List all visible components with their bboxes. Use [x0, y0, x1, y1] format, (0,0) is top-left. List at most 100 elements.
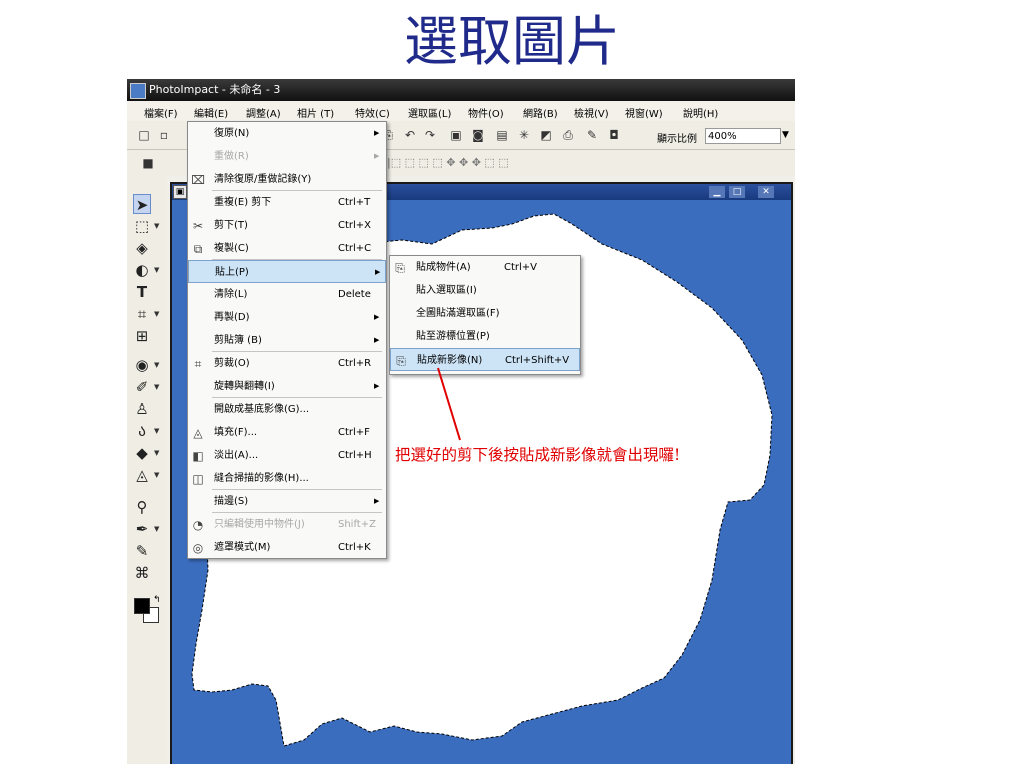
edit-menu-item-label: 旋轉與翻轉(I)	[214, 381, 275, 392]
eyedropper-icon[interactable]: ✒	[133, 519, 151, 539]
grid-tool-icon[interactable]: ⊞	[133, 326, 151, 346]
submenu-arrow-icon: ▶	[375, 268, 381, 276]
sun-icon[interactable]: ✳	[517, 128, 531, 142]
new-file-icon[interactable]: □	[137, 128, 151, 142]
zoom-select[interactable]: 400%	[705, 128, 781, 144]
brush-icon[interactable]: ✎	[585, 128, 599, 142]
paste-submenu-item-2[interactable]: 全圖貼滿選取區(F)	[390, 302, 580, 325]
edit-menu-item-label: 填充(F)...	[214, 427, 258, 438]
chevron-down-icon[interactable]: ▼	[154, 383, 159, 391]
edit-menu-item-13[interactable]: ◬ 填充(F)... Ctrl+F	[188, 421, 386, 444]
edit-menu-item-4[interactable]: ✂ 剪下(T) Ctrl+X	[188, 214, 386, 237]
edit-menu-item-label: 描邊(S)	[214, 496, 249, 507]
edit-menu-item-shortcut: Shift+Z	[338, 519, 376, 530]
edit-menu-item-0[interactable]: 復原(N) ▶	[188, 122, 386, 145]
fill-bucket-icon[interactable]: ◬	[133, 465, 151, 485]
paste-submenu-item-4[interactable]: ⎘ 貼成新影像(N) Ctrl+Shift+V	[390, 348, 580, 371]
minimize-icon[interactable]: ▁	[709, 186, 725, 198]
edit-menu-item-14[interactable]: ◧ 淡出(A)... Ctrl+H	[188, 444, 386, 467]
edit-menu-item-shortcut: Ctrl+K	[338, 542, 371, 553]
submenu-arrow-icon: ▶	[374, 152, 380, 160]
edit-menu-item-label: 清除復原/重做記錄(Y)	[214, 174, 312, 185]
paste-submenu-item-1[interactable]: 貼入選取區(I)	[390, 279, 580, 302]
edit-menu-item-7[interactable]: 清除(L) Delete	[188, 283, 386, 306]
edit-menu-item-label: 剪貼簿 (B)	[214, 335, 262, 346]
fade-icon: ◧	[192, 449, 204, 463]
menu-separator	[212, 512, 382, 513]
copy-icon: ⧉	[193, 242, 203, 256]
browser-icon[interactable]: ◘	[607, 128, 621, 142]
camera-icon[interactable]: ◙	[471, 128, 485, 142]
edit-menu-item-5[interactable]: ⧉ 複製(C) Ctrl+C	[188, 237, 386, 260]
chevron-down-icon[interactable]: ▼	[154, 361, 159, 369]
edit-menu-item-shortcut: Ctrl+R	[338, 358, 372, 369]
undo-icon[interactable]: ↶	[403, 128, 417, 142]
edit-menu-item-9[interactable]: 剪貼簿 (B) ▶	[188, 329, 386, 352]
foreground-color[interactable]	[134, 598, 150, 614]
selection-tool-icon[interactable]: ⬚	[133, 216, 151, 236]
menu-photo[interactable]: 相片 (T)	[297, 105, 334, 120]
crop-tool-icon[interactable]: ⌗	[133, 304, 151, 324]
edit-menu-item-6[interactable]: 貼上(P) ▶	[188, 260, 386, 283]
pick-tool-icon[interactable]: ➤	[133, 194, 151, 214]
menu-adjust[interactable]: 調整(A)	[246, 105, 281, 120]
chevron-down-icon[interactable]: ▼	[154, 222, 159, 230]
menu-window[interactable]: 視窗(W)	[625, 105, 663, 120]
submenu-arrow-icon: ▶	[374, 382, 380, 390]
edit-menu-item-3[interactable]: 重複(E) 剪下 Ctrl+T	[188, 191, 386, 214]
image-icon[interactable]: ◩	[539, 128, 553, 142]
edit-menu-item-16[interactable]: 描邊(S) ▶	[188, 490, 386, 513]
menu-object[interactable]: 物件(O)	[468, 105, 504, 120]
eye-tool-icon[interactable]: ◉	[133, 355, 151, 375]
edit-menu-item-11[interactable]: 旋轉與翻轉(I) ▶	[188, 375, 386, 398]
scanner-icon[interactable]: ▣	[449, 128, 463, 142]
menu-help[interactable]: 說明(H)	[683, 105, 718, 120]
paste-submenu-item-0[interactable]: ⎘ 貼成物件(A) Ctrl+V	[390, 256, 580, 279]
print-icon[interactable]: ⎙	[561, 128, 575, 142]
chevron-down-icon[interactable]: ▼	[154, 310, 159, 318]
menu-view[interactable]: 檢視(V)	[574, 105, 609, 120]
chevron-down-icon[interactable]: ▼	[154, 525, 159, 533]
redo-icon[interactable]: ↷	[423, 128, 437, 142]
edit-menu-item-2[interactable]: ⌧ 清除復原/重做記錄(Y)	[188, 168, 386, 191]
edit-menu-item-12[interactable]: 開啟成基底影像(G)...	[188, 398, 386, 421]
zoom-tool-icon[interactable]: ⚲	[133, 497, 151, 517]
text-tool-icon[interactable]: T	[133, 282, 151, 302]
menu-effects[interactable]: 特效(C)	[355, 105, 390, 120]
edit-menu-item-8[interactable]: 再製(D) ▶	[188, 306, 386, 329]
paste-submenu-item-3[interactable]: 貼至游標位置(P)	[390, 325, 580, 348]
fill-icon: ◬	[193, 426, 203, 440]
paintbrush-icon[interactable]: ✐	[133, 377, 151, 397]
paste-submenu-item-label: 貼至游標位置(P)	[416, 331, 490, 342]
close-icon[interactable]: ✕	[758, 186, 774, 198]
pen-tool-icon[interactable]: ✎	[133, 541, 151, 561]
edit-menu-item-18[interactable]: ◎ 遮罩模式(M) Ctrl+K	[188, 536, 386, 559]
open-file-icon[interactable]: ▫	[157, 128, 171, 142]
magic-wand-icon[interactable]: ◈	[133, 238, 151, 258]
edit-menu-item-10[interactable]: ⌗ 剪裁(O) Ctrl+R	[188, 352, 386, 375]
menu-file[interactable]: 檔案(F)	[144, 105, 178, 120]
edit-menu-item-17[interactable]: ◔ 只編輯使用中物件(J) Shift+Z	[188, 513, 386, 536]
swap-colors-icon[interactable]: ↰	[153, 595, 161, 605]
maximize-icon[interactable]: □	[729, 186, 745, 198]
menu-edit[interactable]: 編輯(E)	[194, 105, 228, 120]
menu-web[interactable]: 網路(B)	[523, 105, 558, 120]
edit-menu-item-1[interactable]: 重做(R) ▶	[188, 145, 386, 168]
eraser-icon[interactable]: ◆	[133, 443, 151, 463]
menu-selection[interactable]: 選取區(L)	[408, 105, 451, 120]
chevron-down-icon[interactable]: ▼	[154, 427, 159, 435]
chevron-down-icon[interactable]: ▼	[154, 471, 159, 479]
monitor-icon[interactable]: ▤	[495, 128, 509, 142]
chevron-down-icon[interactable]: ▼	[782, 130, 789, 140]
color-swatch[interactable]: ↰	[133, 595, 161, 625]
chevron-down-icon[interactable]: ▼	[154, 449, 159, 457]
transform-icons[interactable]: |⬚ ⬚ ⬚ ⬚ ✥ ✥ ✥ ⬚ ⬚	[387, 156, 517, 170]
clone-icon[interactable]: ა	[133, 421, 151, 441]
lasso-icon[interactable]: ◐	[133, 260, 151, 280]
mode-icon[interactable]: ■	[141, 156, 155, 170]
edit-menu-item-15[interactable]: ◫ 縫合掃描的影像(H)...	[188, 467, 386, 490]
stamp-icon[interactable]: ♙	[133, 399, 151, 419]
path-tool-icon[interactable]: ⌘	[133, 563, 151, 583]
chevron-down-icon[interactable]: ▼	[154, 266, 159, 274]
edit-menu-item-shortcut: Ctrl+F	[338, 427, 370, 438]
